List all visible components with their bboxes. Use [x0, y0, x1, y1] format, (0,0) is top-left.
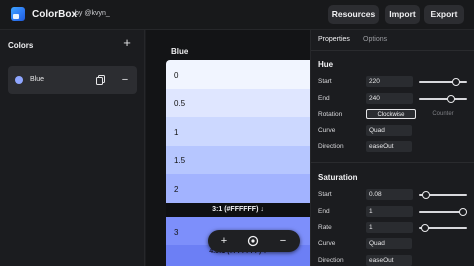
shade-label: 1: [174, 128, 179, 137]
shade-label: 3: [174, 228, 179, 237]
saturation-rate-slider[interactable]: [419, 222, 467, 234]
slider-thumb[interactable]: [459, 208, 467, 216]
slider-track: [419, 98, 467, 100]
properties-panel: Properties Options Hue Start 220 End 240…: [310, 30, 474, 266]
import-button[interactable]: Import: [385, 5, 420, 24]
hue-start-slider[interactable]: [419, 76, 467, 88]
panel-tabs: Properties Options: [311, 30, 474, 50]
sidebar-title: Colors: [8, 41, 34, 50]
saturation-direction-select[interactable]: easeOut: [366, 255, 412, 266]
contrast-marker: 3:1 (#FFFFFF) ↓: [166, 203, 310, 217]
saturation-end-input[interactable]: 1: [366, 206, 413, 217]
shade-row[interactable]: 0: [166, 60, 310, 89]
app-byline: by @kvyn_: [75, 10, 110, 17]
saturation-end-slider[interactable]: [419, 206, 467, 218]
tab-properties[interactable]: Properties: [318, 36, 350, 43]
hue-curve-label: Curve: [318, 127, 336, 134]
shade-row[interactable]: 1.5: [166, 146, 310, 174]
shade-label: 1.5: [174, 156, 186, 165]
colorbox-logo-icon: [11, 7, 25, 21]
hue-end-slider[interactable]: [419, 93, 467, 105]
hue-direction-label: Direction: [318, 143, 344, 150]
rotation-toggle: Clockwise Counter: [366, 109, 469, 119]
slider-thumb[interactable]: [451, 78, 460, 86]
hue-start-label: Start: [318, 78, 332, 85]
zoom-toolbar: + −: [208, 230, 300, 252]
zoom-in-button[interactable]: +: [216, 233, 232, 249]
rotation-counter-option[interactable]: Counter: [417, 109, 469, 119]
remove-color-icon[interactable]: −: [120, 74, 130, 86]
add-color-button[interactable]: +: [120, 36, 134, 50]
hue-curve-select[interactable]: Quad: [366, 125, 412, 136]
rotation-label: Rotation: [318, 111, 343, 118]
palette-canvas: Blue 0 0.5 1 1.5 2 3:1 (#FFFFFF) ↓ 3 4.5…: [146, 30, 310, 266]
slider-thumb[interactable]: [422, 191, 431, 199]
resources-button[interactable]: Resources: [328, 5, 379, 24]
saturation-direction-label: Direction: [318, 257, 344, 264]
shade-row[interactable]: 1: [166, 117, 310, 146]
hue-end-label: End: [318, 95, 330, 102]
saturation-end-label: End: [318, 208, 330, 215]
divider: [311, 50, 474, 51]
saturation-start-input[interactable]: 0.08: [366, 189, 413, 200]
saturation-rate-input[interactable]: 1: [366, 222, 413, 233]
slider-thumb[interactable]: [447, 95, 455, 103]
saturation-curve-label: Curve: [318, 240, 336, 247]
colors-sidebar: Colors + Blue −: [0, 30, 145, 266]
zoom-out-button[interactable]: −: [275, 233, 291, 249]
slider-thumb[interactable]: [421, 224, 429, 232]
saturation-rate-label: Rate: [318, 224, 332, 231]
color-item-label: Blue: [30, 76, 45, 83]
hue-direction-select[interactable]: easeOut: [366, 141, 412, 152]
saturation-start-slider[interactable]: [419, 189, 467, 201]
tab-options[interactable]: Options: [363, 36, 387, 43]
palette-title: Blue: [171, 47, 189, 56]
reset-zoom-button[interactable]: [245, 233, 261, 249]
shade-label: 0: [174, 71, 179, 80]
export-button[interactable]: Export: [424, 5, 464, 24]
shade-row[interactable]: 0.5: [166, 89, 310, 117]
saturation-curve-select[interactable]: Quad: [366, 238, 412, 249]
duplicate-icon[interactable]: [96, 75, 105, 85]
hue-start-input[interactable]: 220: [366, 76, 413, 87]
color-swatch: [15, 76, 23, 84]
app-title: ColorBox: [32, 9, 77, 20]
hue-section-title: Hue: [318, 60, 334, 69]
shade-row[interactable]: 2: [166, 174, 310, 203]
app-header: ColorBox by @kvyn_ Resources Import Expo…: [0, 0, 474, 30]
slider-track: [419, 81, 467, 83]
shade-label: 0.5: [174, 99, 186, 108]
divider: [311, 162, 474, 163]
color-list-item[interactable]: Blue −: [8, 66, 137, 94]
shade-label: 2: [174, 185, 179, 194]
saturation-start-label: Start: [318, 191, 332, 198]
saturation-section-title: Saturation: [318, 173, 358, 182]
hue-end-input[interactable]: 240: [366, 93, 413, 104]
target-icon: [247, 235, 259, 247]
rotation-clockwise-option[interactable]: Clockwise: [366, 109, 416, 119]
